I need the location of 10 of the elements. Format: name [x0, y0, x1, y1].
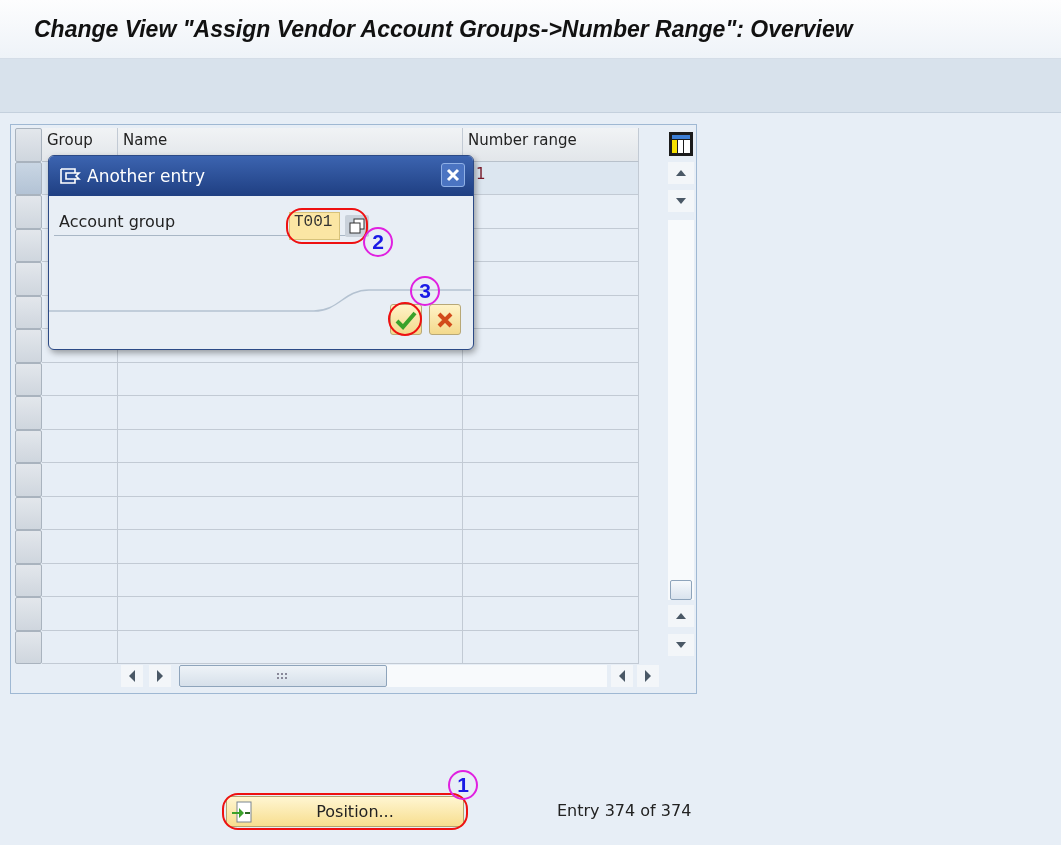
position-button[interactable]: Position... [226, 796, 464, 827]
dialog-title: Another entry [87, 166, 206, 186]
step-marker: 3 [410, 276, 440, 306]
column-header[interactable]: Number range [463, 128, 639, 162]
entry-count: Entry 374 of 374 [557, 801, 692, 820]
window-title: Change View "Assign Vendor Account Groups->Number Range": Overview [34, 15, 853, 43]
input-field[interactable]: T001 [289, 212, 340, 240]
field-label: Account group [59, 212, 176, 231]
step-marker: 1 [448, 770, 478, 800]
step-marker: 2 [363, 227, 393, 257]
